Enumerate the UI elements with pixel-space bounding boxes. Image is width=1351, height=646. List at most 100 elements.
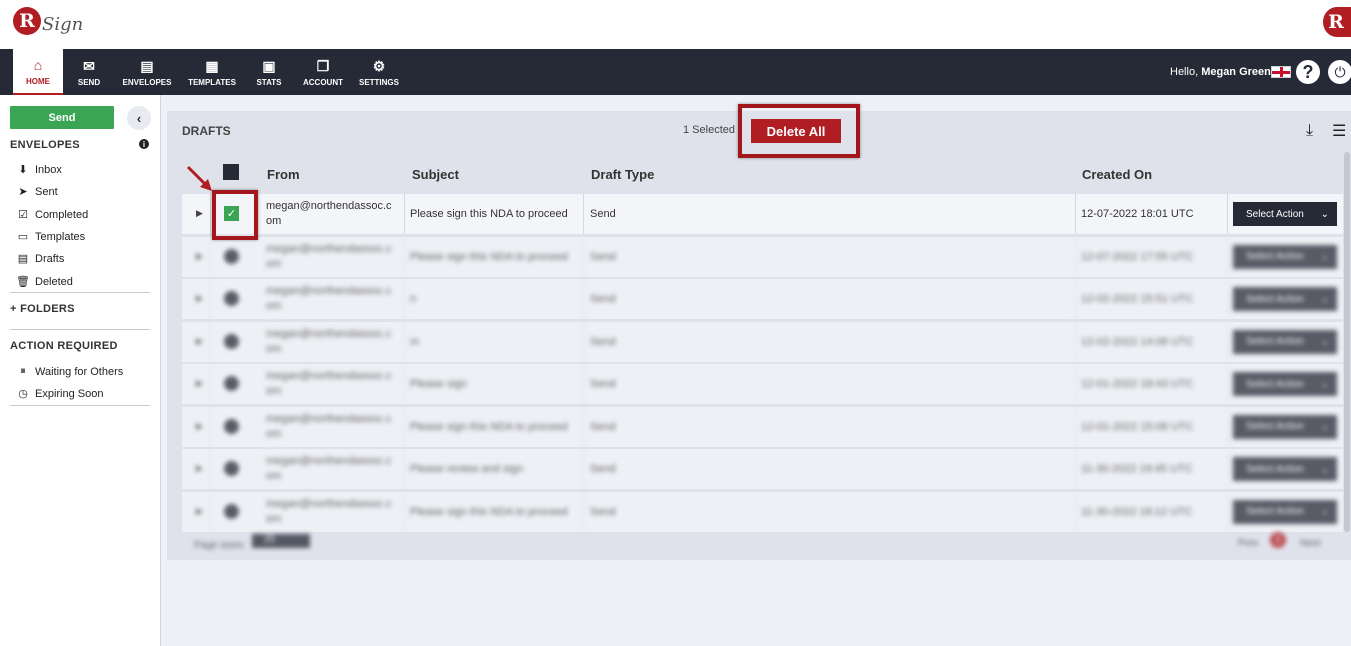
brand-mark-right: R (1323, 7, 1351, 37)
page-size-select[interactable]: 25 (252, 534, 310, 548)
page-title: DRAFTS (182, 124, 231, 138)
chevron-down-icon: ⌄ (1320, 293, 1329, 305)
nav-templates[interactable]: ▦ TEMPLATES (183, 49, 241, 95)
nav-home[interactable]: ⌂ HOME (13, 49, 63, 95)
prev-page-button[interactable]: Prev (1238, 538, 1259, 549)
expand-row-icon[interactable]: ▶ (196, 421, 203, 432)
select-action-dropdown[interactable]: Select Action ⌄ (1233, 457, 1337, 481)
select-action-label: Select Action (1246, 293, 1304, 305)
row-checkbox[interactable] (224, 248, 239, 264)
row-checkbox[interactable] (224, 376, 239, 391)
row-checkbox[interactable] (224, 503, 239, 519)
table-row[interactable]: ▶ megan@northendassoc.com Please review an… (182, 449, 1343, 489)
info-icon[interactable]: i (139, 139, 149, 149)
subject-cell: m (410, 335, 420, 348)
row-checkbox[interactable] (224, 461, 239, 476)
collapse-sidebar-icon[interactable]: ‹ (127, 106, 151, 130)
row-checkbox[interactable] (224, 291, 239, 306)
table-row[interactable]: ▶ megan@northendassoc.com Please sign Send 1… (182, 364, 1343, 404)
user-name[interactable]: Megan Greene (1201, 66, 1277, 78)
send-button[interactable]: Send (10, 106, 114, 129)
sidebar-item-sent[interactable]: ➤ Sent (16, 185, 57, 199)
from-cell: megan@northendassoc.com (266, 407, 396, 447)
expand-row-icon[interactable]: ▶ (196, 336, 203, 347)
rsign-logo[interactable]: R Sign (13, 7, 83, 35)
column-settings-icon[interactable]: ☰ (1332, 121, 1346, 141)
trash-icon: 🗑 (16, 276, 30, 288)
nav-account[interactable]: ❐ ACCOUNT (298, 49, 348, 95)
folders-toggle[interactable]: + FOLDERS (10, 303, 75, 315)
sidebar-item-inbox[interactable]: ⬇ Inbox (16, 163, 62, 177)
column-header-draft-type[interactable]: Draft Type (591, 167, 654, 182)
table-scrollbar[interactable] (1344, 152, 1350, 532)
nav-send[interactable]: ✉ SEND (64, 49, 114, 95)
document-icon: ❐ (316, 58, 330, 74)
select-action-dropdown[interactable]: Select Action ⌄ (1233, 329, 1337, 354)
callout-box (738, 104, 860, 158)
sidebar-item-templates[interactable]: ▭ Templates (16, 230, 85, 244)
top-header: R Sign R (0, 0, 1351, 49)
draft-type-cell: Send (590, 335, 616, 348)
expand-row-icon[interactable]: ▶ (196, 208, 203, 219)
expand-row-icon[interactable]: ▶ (196, 378, 203, 389)
sidebar-item-completed[interactable]: ☑ Completed (16, 208, 88, 222)
select-action-dropdown[interactable]: Select Action ⌄ (1233, 287, 1337, 311)
from-value: megan@northendassoc.com (266, 327, 392, 355)
table-row[interactable]: ▶ megan@northendassoc.com Please sign this… (182, 491, 1343, 532)
select-action-dropdown[interactable]: Select Action ⌄ (1233, 202, 1337, 226)
row-checkbox[interactable] (224, 418, 239, 434)
nav-stats[interactable]: ▣ STATS (249, 49, 289, 95)
nav-envelopes[interactable]: ▤ ENVELOPES (118, 49, 176, 95)
sidebar-item-expiring-soon[interactable]: ◷ Expiring Soon (16, 387, 103, 401)
expand-row-icon[interactable]: ▶ (196, 506, 203, 517)
sidebar-item-waiting-for-others[interactable]: ⏸ Waiting for Others (16, 365, 123, 378)
row-checkbox[interactable] (224, 333, 239, 349)
column-header-subject[interactable]: Subject (412, 167, 459, 182)
help-icon[interactable]: ? (1296, 60, 1320, 84)
draft-type-cell: Send (590, 420, 616, 433)
power-icon[interactable]: ⏻ (1328, 60, 1351, 84)
table-row[interactable]: ▶ ✓ megan@northendassoc.com Please sign thi… (182, 194, 1343, 234)
sidebar-item-label: Inbox (35, 163, 62, 176)
pause-icon: ⏸ (20, 365, 26, 377)
plus-icon: + (10, 303, 21, 315)
uk-flag-icon[interactable] (1271, 66, 1291, 78)
sidebar-item-drafts[interactable]: ▤ Drafts (16, 252, 65, 266)
select-action-dropdown[interactable]: Select Action ⌄ (1233, 499, 1337, 524)
sidebar-item-deleted[interactable]: 🗑 Deleted (16, 275, 73, 289)
subject-cell: Please sign this NDA to proceed (410, 420, 568, 433)
download-icon[interactable]: ⤓ (1306, 122, 1313, 140)
folders-label: FOLDERS (20, 303, 75, 315)
sidebar: Send ‹ ENVELOPES i ⬇ Inbox ➤ Sent ☑ Completed… (0, 95, 161, 646)
table-row[interactable]: ▶ megan@northendassoc.com n Send 12-02-2022 … (182, 279, 1343, 319)
select-all-checkbox[interactable] (223, 164, 239, 180)
table-row[interactable]: ▶ megan@northendassoc.com Please sign this… (182, 236, 1343, 277)
from-cell: megan@northendassoc.com (266, 237, 396, 277)
table-row[interactable]: ▶ megan@northendassoc.com Please sign this… (182, 406, 1343, 447)
from-value: megan@northendassoc.com (266, 412, 392, 440)
chevron-down-icon: ⌄ (1320, 463, 1329, 475)
next-page-button[interactable]: Next (1300, 538, 1321, 549)
draft-type-cell: Send (590, 378, 616, 390)
sidebar-item-label: Drafts (35, 252, 65, 265)
select-action-label: Select Action (1246, 463, 1304, 475)
select-action-dropdown[interactable]: Select Action ⌄ (1233, 244, 1337, 269)
user-greeting: Hello, Megan Greene (1170, 66, 1277, 78)
nav-settings[interactable]: ⚙ SETTINGS (354, 49, 404, 95)
nav-label: HOME (26, 77, 50, 86)
select-action-dropdown[interactable]: Select Action ⌄ (1233, 414, 1337, 439)
select-action-dropdown[interactable]: Select Action ⌄ (1233, 372, 1337, 396)
chevron-down-icon: ⌄ (1320, 421, 1329, 432)
column-header-created-on[interactable]: Created On (1082, 167, 1152, 182)
expand-row-icon[interactable]: ▶ (196, 293, 203, 304)
callout-box (212, 190, 258, 240)
column-header-from[interactable]: From (267, 167, 300, 182)
checkbox-icon: ☑ (18, 209, 28, 221)
select-action-label: Select Action (1246, 378, 1304, 390)
current-page-button[interactable]: 1 (1270, 532, 1286, 548)
expand-row-icon[interactable]: ▶ (196, 463, 203, 474)
expand-row-icon[interactable]: ▶ (196, 251, 203, 262)
greeting-prefix: Hello, (1170, 66, 1202, 78)
divider (10, 329, 150, 330)
table-row[interactable]: ▶ megan@northendassoc.com m Send 12-02-2022 … (182, 321, 1343, 362)
